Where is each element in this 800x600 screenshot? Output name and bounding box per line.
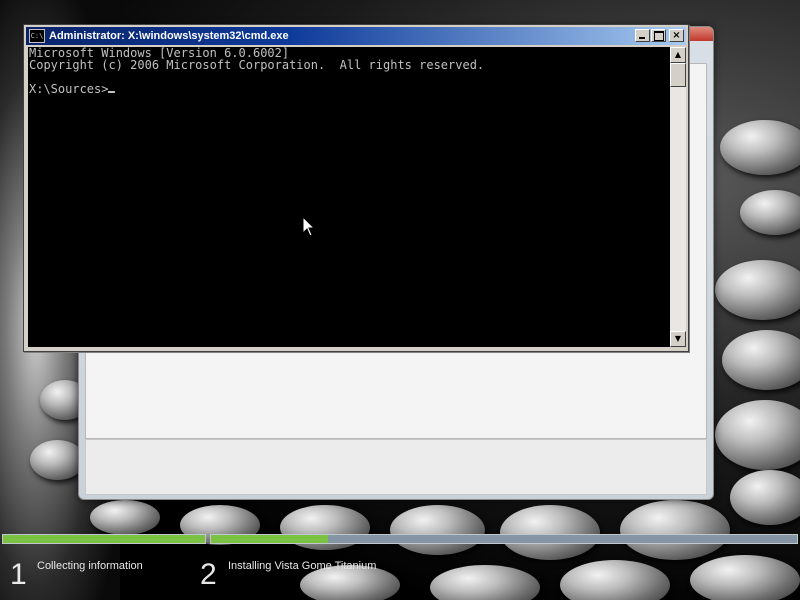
- cmd-icon[interactable]: C:\: [29, 29, 45, 43]
- scrollbar-thumb[interactable]: [670, 63, 686, 87]
- scroll-up-button[interactable]: ▲: [670, 47, 686, 63]
- minimize-icon: [639, 37, 645, 39]
- cmd-window[interactable]: C:\ Administrator: X:\windows\system32\c…: [23, 24, 689, 352]
- scroll-down-button[interactable]: ▼: [670, 331, 686, 347]
- progress-fill-step-1: [3, 535, 205, 543]
- text-cursor: [108, 91, 116, 93]
- step-label: Collecting information: [37, 560, 143, 572]
- progress-fill-step-2: [211, 535, 329, 543]
- mouse-pointer-icon: [302, 216, 316, 237]
- console-line: Copyright (c) 2006 Microsoft Corporation…: [29, 58, 485, 72]
- close-icon: ×: [672, 30, 681, 41]
- console-prompt: X:\Sources>: [29, 82, 109, 96]
- maximize-icon: [654, 31, 664, 41]
- maximize-button[interactable]: [651, 29, 666, 42]
- minimize-button[interactable]: [635, 29, 650, 42]
- close-button[interactable]: ×: [669, 29, 684, 42]
- progress-bar-step-2: [210, 534, 798, 544]
- step-number: 1: [10, 558, 27, 591]
- setup-footer: [85, 439, 707, 495]
- cmd-titlebar[interactable]: C:\ Administrator: X:\windows\system32\c…: [26, 27, 686, 45]
- console-prompt-line[interactable]: X:\Sources>: [28, 83, 670, 95]
- progress-bar-step-1: [2, 534, 206, 544]
- console-output[interactable]: Microsoft Windows [Version 6.0.6002] Cop…: [28, 47, 670, 347]
- setup-progress: 1 Collecting information 2 Installing Vi…: [0, 534, 800, 600]
- step-number: 2: [200, 558, 217, 591]
- step-label: Installing Vista Gome Titanium: [228, 560, 377, 572]
- cmd-title: Administrator: X:\windows\system32\cmd.e…: [49, 30, 289, 42]
- vertical-scrollbar[interactable]: ▲ ▼: [670, 47, 686, 347]
